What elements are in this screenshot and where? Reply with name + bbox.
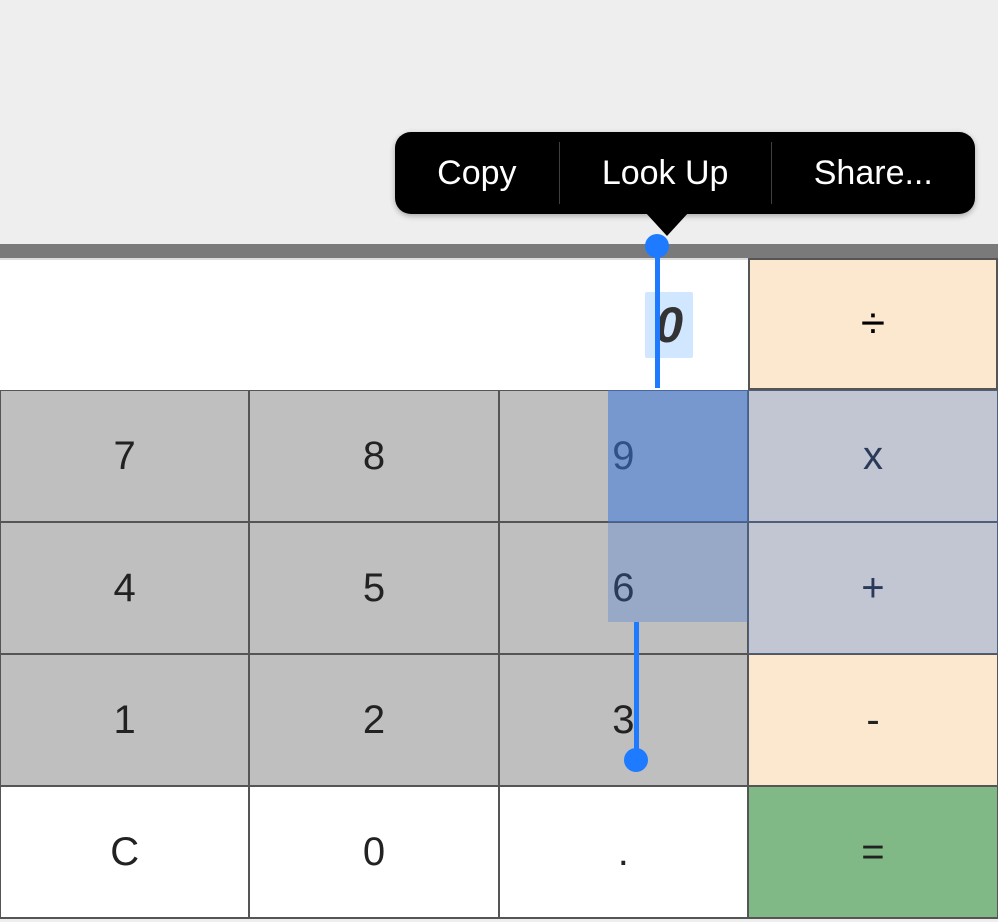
copy-button[interactable]: Copy (395, 132, 559, 214)
key-6[interactable]: 6 (498, 521, 749, 655)
key-9[interactable]: 9 (498, 389, 749, 523)
display-value[interactable]: 0 (645, 292, 693, 358)
window-top-edge (0, 244, 998, 258)
add-button[interactable]: + (747, 521, 998, 655)
key-7[interactable]: 7 (0, 389, 250, 523)
text-selection-popover: Copy Look Up Share... (395, 132, 975, 214)
key-8[interactable]: 8 (248, 389, 499, 523)
key-4[interactable]: 4 (0, 521, 250, 655)
display[interactable]: 0 (0, 258, 748, 390)
multiply-button[interactable]: x (747, 389, 998, 523)
share-button[interactable]: Share... (772, 132, 975, 214)
selection-handle-bottom-dot[interactable] (624, 748, 648, 772)
selection-handle-top-dot[interactable] (645, 234, 669, 258)
keypad: 7 8 9 x 4 5 6 + 1 2 3 - C 0 . = (0, 390, 998, 918)
key-1[interactable]: 1 (0, 653, 250, 787)
selection-handle-top[interactable] (655, 258, 660, 388)
lookup-button[interactable]: Look Up (560, 132, 771, 214)
popover-tail-icon (645, 212, 689, 236)
calculator: 0 ÷ 7 8 9 x 4 5 6 + 1 2 3 - C 0 . = (0, 258, 998, 918)
key-3[interactable]: 3 (498, 653, 749, 787)
key-0[interactable]: 0 (248, 785, 499, 919)
subtract-button[interactable]: - (747, 653, 998, 787)
divide-button[interactable]: ÷ (748, 258, 998, 390)
key-5[interactable]: 5 (248, 521, 499, 655)
key-2[interactable]: 2 (248, 653, 499, 787)
equals-button[interactable]: = (747, 785, 998, 919)
selection-handle-bottom[interactable] (634, 622, 639, 752)
clear-button[interactable]: C (0, 785, 250, 919)
key-dot[interactable]: . (498, 785, 749, 919)
